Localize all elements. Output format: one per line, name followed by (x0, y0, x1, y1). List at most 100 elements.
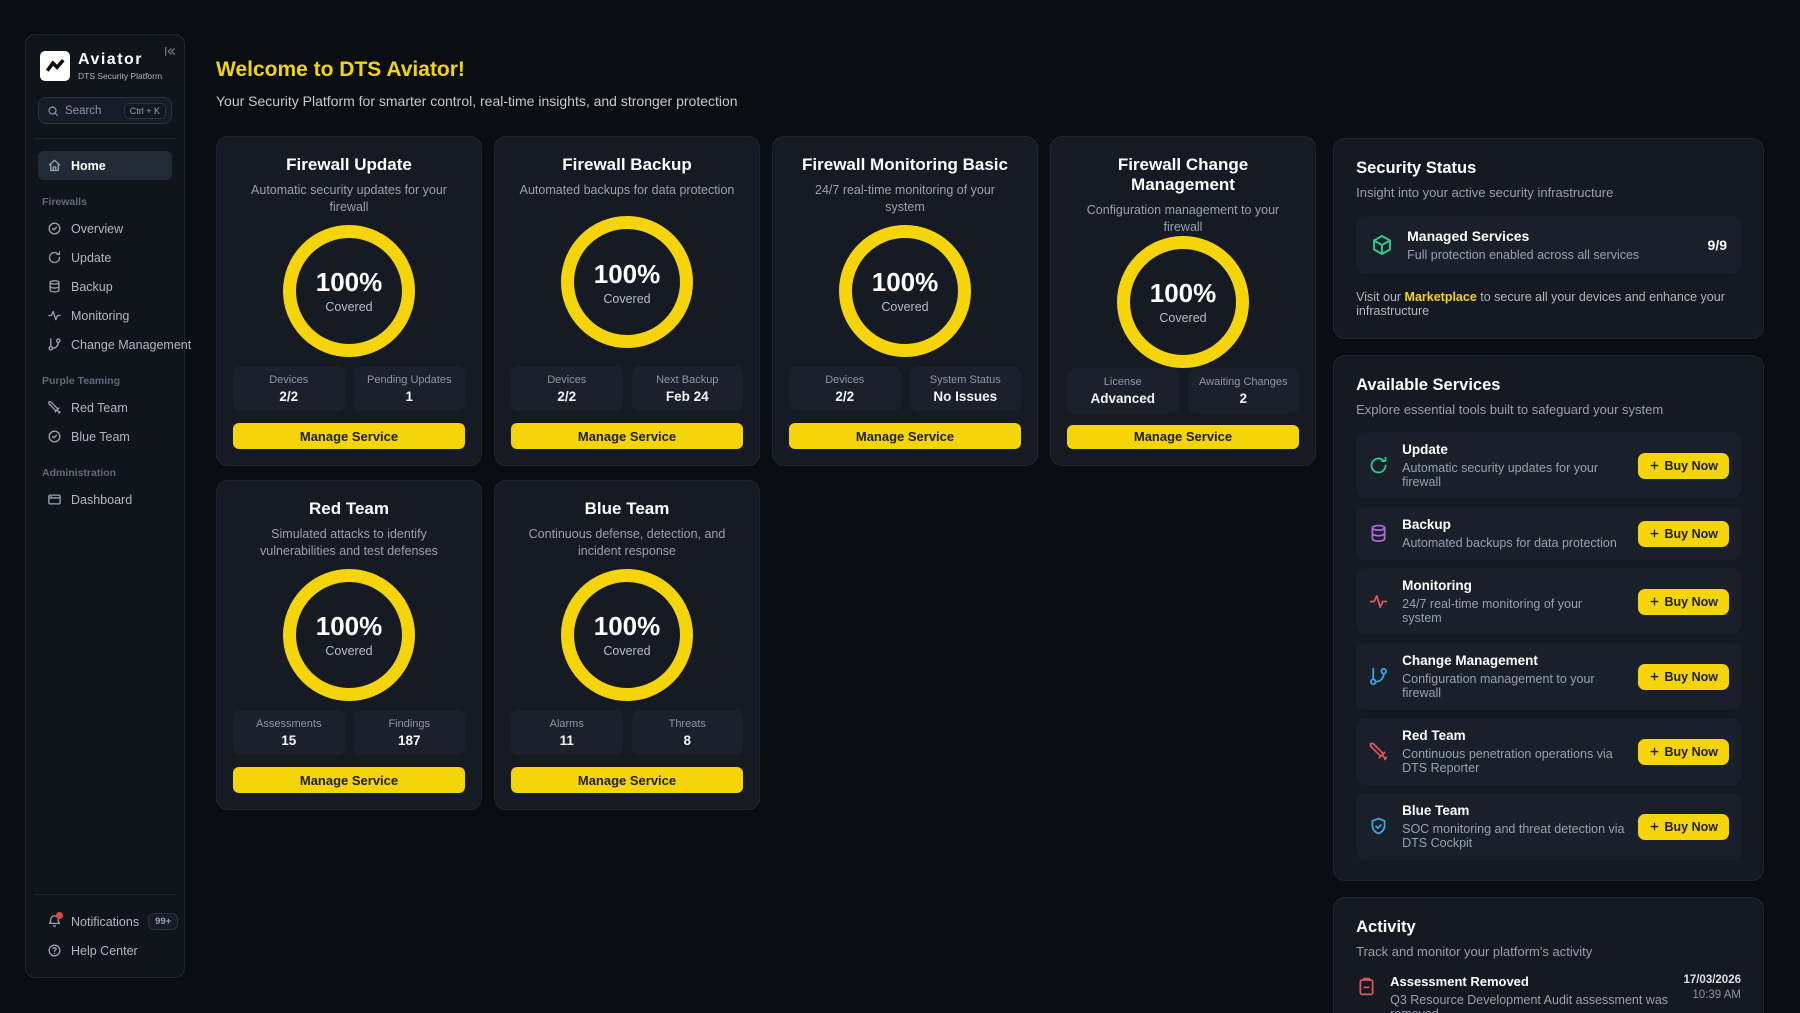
sidebar-item-notifications[interactable]: Notifications 99+ (38, 907, 172, 936)
section-label-administration: Administration (42, 467, 172, 479)
stat-box: Next Backup Feb 24 (632, 366, 744, 411)
stat-label: Pending Updates (358, 374, 462, 386)
service-title: Update (1402, 442, 1624, 457)
card-stats: Devices 2/2 System Status No Issues (789, 366, 1021, 411)
sidebar-divider (34, 138, 176, 139)
panel-subtitle: Explore essential tools built to safegua… (1356, 402, 1741, 417)
manage-service-button[interactable]: Manage Service (511, 423, 743, 449)
card-title: Blue Team (511, 499, 743, 519)
sidebar-spacer (38, 514, 172, 880)
service-cards-grid: Firewall Update Automatic security updat… (216, 136, 1317, 810)
stat-box: Devices 2/2 (511, 366, 623, 411)
sidebar-item-home[interactable]: Home (38, 151, 172, 180)
search-input[interactable]: Search Ctrl + K (38, 97, 172, 124)
sidebar-item-backup[interactable]: Backup (38, 272, 172, 301)
marketplace-line: Visit our Marketplace to secure all your… (1356, 290, 1741, 318)
card-title: Firewall Change Management (1067, 155, 1299, 195)
card-stats: License Advanced Awaiting Changes 2 (1067, 368, 1299, 413)
stat-value: Advanced (1071, 391, 1175, 406)
sidebar-item-change-management[interactable]: Change Management (38, 330, 172, 359)
activity-timestamp: 17/03/2026 10:39 AM (1683, 974, 1741, 1001)
managed-services-row[interactable]: Managed Services Full protection enabled… (1356, 216, 1741, 274)
stat-box: System Status No Issues (910, 366, 1022, 411)
sidebar-item-dashboard[interactable]: Dashboard (38, 485, 172, 514)
card-title: Firewall Update (233, 155, 465, 175)
buy-now-button[interactable]: Buy Now (1638, 589, 1729, 615)
stat-value: 187 (358, 733, 462, 748)
plus-icon (1649, 671, 1660, 682)
stat-value: 1 (358, 389, 462, 404)
sidebar-item-label: Backup (71, 280, 113, 294)
sidebar-item-label: Update (71, 251, 111, 265)
section-label-purple-teaming: Purple Teaming (42, 375, 172, 387)
stat-label: Assessments (237, 718, 341, 730)
plus-icon (1649, 460, 1660, 471)
managed-services-title: Managed Services (1407, 228, 1639, 244)
activity-pulse-icon (47, 308, 62, 323)
service-desc: SOC monitoring and threat detection via … (1402, 822, 1624, 850)
sidebar-item-update[interactable]: Update (38, 243, 172, 272)
service-row-text: Red Team Continuous penetration operatio… (1402, 728, 1624, 775)
sidebar-item-overview[interactable]: Overview (38, 214, 172, 243)
collapse-left-icon (163, 45, 176, 58)
manage-service-button[interactable]: Manage Service (233, 767, 465, 793)
stat-value: Feb 24 (636, 389, 740, 404)
marketplace-link[interactable]: Marketplace (1405, 290, 1477, 304)
card-firewall-monitoring: Firewall Monitoring Basic 24/7 real-time… (772, 136, 1038, 466)
card-stats: Devices 2/2 Next Backup Feb 24 (511, 366, 743, 411)
security-status-panel: Security Status Insight into your active… (1333, 138, 1764, 339)
buy-now-button[interactable]: Buy Now (1638, 521, 1729, 547)
stat-label: Devices (237, 374, 341, 386)
service-row-text: Change Management Configuration manageme… (1402, 653, 1624, 700)
coverage-ring: 100% Covered (839, 225, 971, 357)
service-desc: Automated backups for data protection (1402, 536, 1617, 550)
buy-now-label: Buy Now (1665, 527, 1718, 541)
card-subtitle: Continuous defense, detection, and incid… (511, 526, 743, 560)
section-label-firewalls: Firewalls (42, 196, 172, 208)
sword-icon (1368, 741, 1389, 762)
manage-service-button[interactable]: Manage Service (233, 423, 465, 449)
coverage-ring-zone: 100% Covered (511, 560, 743, 710)
buy-now-button[interactable]: Buy Now (1638, 739, 1729, 765)
stat-box: Threats 8 (632, 710, 744, 755)
manage-service-button[interactable]: Manage Service (789, 423, 1021, 449)
sidebar-collapse-button[interactable] (163, 45, 176, 58)
sidebar-item-label: Red Team (71, 401, 128, 415)
sidebar-item-blue-team[interactable]: Blue Team (38, 422, 172, 451)
buy-now-button[interactable]: Buy Now (1638, 453, 1729, 479)
coverage-label: Covered (325, 644, 372, 658)
coverage-ring: 100% Covered (561, 569, 693, 701)
sidebar-footer: Notifications 99+ Help Center (38, 907, 172, 965)
buy-now-label: Buy Now (1665, 459, 1718, 473)
buy-now-label: Buy Now (1665, 595, 1718, 609)
buy-now-button[interactable]: Buy Now (1638, 664, 1729, 690)
sidebar-item-monitoring[interactable]: Monitoring (38, 301, 172, 330)
sidebar-item-help-center[interactable]: Help Center (38, 936, 172, 965)
buy-now-button[interactable]: Buy Now (1638, 814, 1729, 840)
stat-box: Devices 2/2 (233, 366, 345, 411)
shield-check-icon (47, 429, 62, 444)
service-title: Blue Team (1402, 803, 1624, 818)
service-desc: 24/7 real-time monitoring of your system (1402, 597, 1624, 625)
card-stats: Alarms 11 Threats 8 (511, 710, 743, 755)
coverage-label: Covered (1159, 311, 1206, 325)
stat-label: Awaiting Changes (1192, 376, 1296, 388)
stat-box: Awaiting Changes 2 (1188, 368, 1300, 413)
card-title: Firewall Backup (511, 155, 743, 175)
bell-icon (47, 914, 62, 929)
app-tagline: DTS Security Platform (78, 71, 162, 81)
plus-icon (1649, 528, 1660, 539)
app-name: Aviator (78, 51, 162, 69)
sidebar-item-red-team[interactable]: Red Team (38, 393, 172, 422)
stat-label: Alarms (515, 718, 619, 730)
stat-label: Next Backup (636, 374, 740, 386)
package-icon (1370, 233, 1394, 257)
coverage-label: Covered (603, 644, 650, 658)
activity-title: Assessment Removed (1390, 974, 1670, 989)
service-row-change-management: Change Management Configuration manageme… (1356, 643, 1741, 710)
service-desc: Configuration management to your firewal… (1402, 672, 1624, 700)
coverage-ring: 100% Covered (561, 216, 693, 348)
manage-service-button[interactable]: Manage Service (511, 767, 743, 793)
service-row-monitoring: Monitoring 24/7 real-time monitoring of … (1356, 568, 1741, 635)
manage-service-button[interactable]: Manage Service (1067, 425, 1299, 449)
